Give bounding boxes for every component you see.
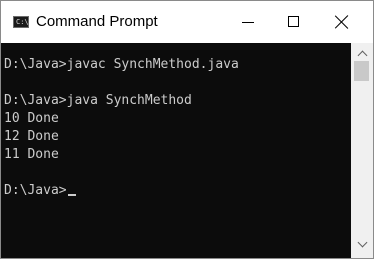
close-button[interactable] xyxy=(319,1,365,43)
chevron-up-icon xyxy=(357,50,368,61)
command-prompt-window: C:\ Command Prompt D:\Java>javac SynchMe… xyxy=(0,0,374,259)
scrollbar-thumb[interactable] xyxy=(354,61,369,81)
scroll-down-button[interactable] xyxy=(357,237,368,250)
minimize-icon xyxy=(242,22,254,23)
cmd-icon-glyph: C:\ xyxy=(16,18,29,26)
close-icon xyxy=(335,15,349,29)
console-line: D:\Java>javac SynchMethod.java xyxy=(4,57,239,72)
window-title: Command Prompt xyxy=(36,13,158,30)
console-output[interactable]: D:\Java>javac SynchMethod.java D:\Java>j… xyxy=(1,43,351,258)
console-line: D:\Java>java SynchMethod xyxy=(4,93,192,108)
cmd-icon[interactable]: C:\ xyxy=(13,16,29,28)
maximize-button[interactable] xyxy=(271,1,317,43)
console-line: 12 Done xyxy=(4,129,59,144)
console-line: 11 Done xyxy=(4,147,59,162)
text-cursor xyxy=(67,194,76,196)
vertical-scrollbar[interactable] xyxy=(351,43,373,258)
chevron-down-icon xyxy=(357,237,368,248)
minimize-button[interactable] xyxy=(225,1,271,43)
title-bar[interactable]: C:\ Command Prompt xyxy=(1,1,373,43)
scroll-up-button[interactable] xyxy=(357,49,368,61)
console-line: 10 Done xyxy=(4,111,59,126)
maximize-icon xyxy=(288,16,299,27)
prompt-line[interactable]: D:\Java> xyxy=(4,182,76,200)
prompt-text: D:\Java> xyxy=(4,183,67,198)
